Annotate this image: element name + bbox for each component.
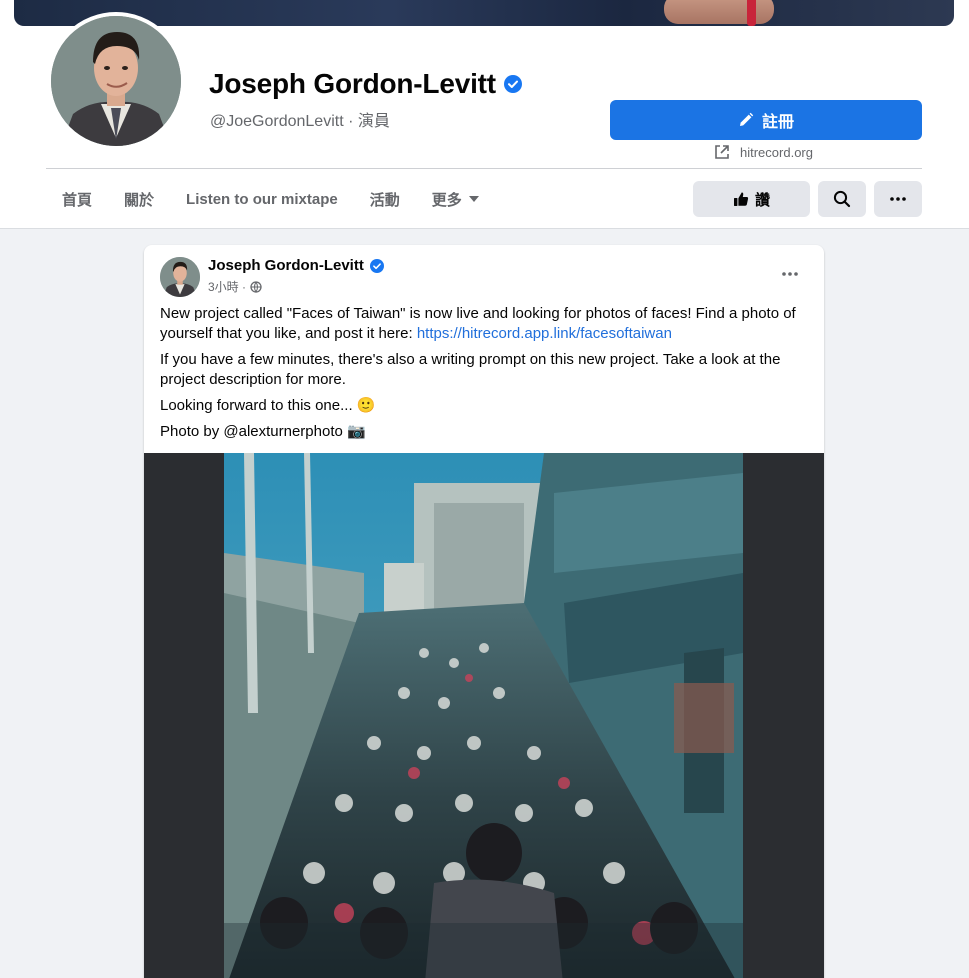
post-photo[interactable]: [224, 453, 743, 978]
tab-about-label: 關於: [124, 191, 155, 209]
page-title: Joseph Gordon-Levitt: [209, 68, 496, 99]
sign-up-button[interactable]: 註冊: [610, 100, 922, 140]
pencil-icon: [739, 112, 754, 126]
thumbs-up-icon: [733, 192, 749, 206]
cover-wristband-graphic: [747, 0, 756, 26]
tab-about[interactable]: 關於: [108, 178, 170, 220]
ellipsis-icon: [782, 272, 798, 276]
cover-photo[interactable]: [14, 0, 954, 26]
post-paragraph-4: Photo by @alexturnerphoto 📷: [160, 423, 366, 440]
ellipsis-icon: [890, 197, 906, 201]
page-handle-category: @JoeGordonLevitt · 演員: [210, 113, 390, 130]
search-button[interactable]: [818, 181, 866, 217]
tab-events[interactable]: 活動: [354, 178, 416, 220]
post-paragraph-2: If you have a few minutes, there's also …: [160, 351, 781, 388]
globe-icon: [250, 280, 262, 293]
website-link[interactable]: hitrecord.org: [714, 144, 813, 160]
more-options-button[interactable]: [874, 181, 922, 217]
page-tabs: 首頁 關於 Listen to our mixtape 活動 更多: [46, 178, 496, 220]
tab-events-label: 活動: [369, 191, 400, 209]
header-divider: [46, 168, 922, 169]
like-label: 讚: [754, 191, 770, 209]
post-media[interactable]: [144, 453, 824, 978]
post-meta: 3小時 ·: [208, 278, 262, 295]
verified-badge-icon: [503, 75, 522, 93]
post-author-name[interactable]: Joseph Gordon-Levitt: [208, 257, 364, 274]
tab-mixtape[interactable]: Listen to our mixtape: [170, 178, 354, 220]
search-icon: [833, 190, 851, 208]
tab-home-label: 首頁: [62, 191, 93, 209]
page-actions: 讚: [693, 181, 922, 217]
post-author-portrait-image: [160, 257, 200, 297]
post-link[interactable]: https://hitrecord.app.link/facesoftaiwan: [417, 325, 672, 342]
external-link-icon: [715, 145, 729, 159]
post-card: Joseph Gordon-Levitt 3小時 · New project c…: [144, 245, 824, 978]
profile-portrait-image: [51, 16, 181, 146]
profile-avatar[interactable]: [47, 12, 185, 150]
tab-more-label: 更多: [431, 191, 462, 209]
post-author-row: Joseph Gordon-Levitt: [208, 257, 384, 274]
post-options-button[interactable]: [774, 261, 806, 287]
tab-home[interactable]: 首頁: [46, 178, 108, 220]
page-name-row: Joseph Gordon-Levitt: [209, 68, 522, 100]
caret-down-icon: [468, 196, 479, 202]
verified-badge-icon: [369, 258, 384, 273]
website-label: hitrecord.org: [740, 144, 813, 160]
sign-up-label: 註冊: [761, 114, 794, 131]
post-paragraph-3: Looking forward to this one... 🙂: [160, 397, 376, 414]
tab-mixtape-label: Listen to our mixtape: [186, 190, 338, 208]
post-timestamp[interactable]: 3小時 ·: [208, 278, 246, 295]
post-body: New project called "Faces of Taiwan" is …: [160, 304, 810, 448]
post-paragraph-1: New project called "Faces of Taiwan" is …: [160, 304, 810, 344]
post-author-avatar[interactable]: [160, 257, 200, 297]
like-page-button[interactable]: 讚: [693, 181, 810, 217]
tab-more[interactable]: 更多: [416, 178, 496, 220]
cover-arm-graphic: [664, 0, 774, 24]
scooter-traffic-photo: [224, 453, 743, 978]
